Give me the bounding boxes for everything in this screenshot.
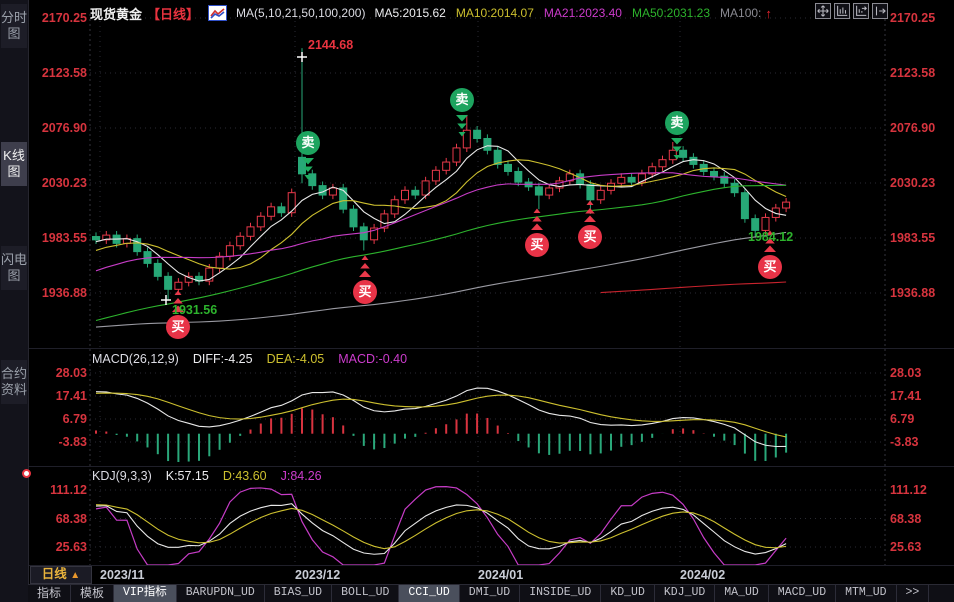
price-axis-label-right: 2123.58 — [890, 66, 948, 80]
ma-settings-label: MA(5,10,21,50,100,200) — [236, 6, 365, 20]
chart-toolbar — [815, 3, 888, 19]
indicator-tab-4[interactable]: BIAS_UD — [265, 585, 332, 602]
indicator-tab-5[interactable]: BOLL_UD — [332, 585, 399, 602]
macd-axis-label-right: -3.83 — [890, 435, 948, 449]
price-axis-label-left: 1983.55 — [29, 231, 87, 245]
date-label-0: 2023/11 — [100, 568, 145, 582]
macd-axis-label-left: 17.41 — [29, 389, 87, 403]
sidebar-item-1[interactable]: K线图 — [1, 142, 27, 186]
price-annotation-2: 1984.12 — [748, 230, 793, 244]
macd-axis-label-left: 28.03 — [29, 366, 87, 380]
macd-settings-label: MACD(26,12,9) — [92, 352, 179, 366]
indicator-tab-0[interactable]: 指标 — [28, 585, 71, 602]
trading-app-window: 分时图 K线图闪电图合约资料 现货黄金 【日线】 MA(5,10,21,50,10… — [0, 0, 954, 602]
ma-value-0: MA5:2015.62 — [374, 6, 445, 21]
macd-panel-header: MACD(26,12,9) DIFF:-4.25 DEA:-4.05 MACD:… — [92, 352, 407, 366]
price-annotation-0: 2144.68 — [308, 38, 353, 52]
indicator-tab-11[interactable]: MA_UD — [715, 585, 769, 602]
price-chart-plot[interactable] — [0, 0, 954, 602]
price-axis-label-left: 2076.90 — [29, 121, 87, 135]
triangle-up-icon: ▲ — [70, 570, 80, 581]
kdj-axis-label-left: 111.12 — [29, 483, 87, 497]
buy-signal-badge-1: 买 — [353, 280, 377, 304]
buy-signal-badge-0: 买 — [166, 315, 190, 339]
macd-dea-value: DEA:-4.05 — [267, 352, 325, 366]
line-chart-icon — [208, 5, 227, 21]
price-axis-label-right: 1983.55 — [890, 231, 948, 245]
indicator-tab-8[interactable]: INSIDE_UD — [520, 585, 601, 602]
panel-divider — [28, 466, 954, 467]
indicator-tab-13[interactable]: MTM_UD — [836, 585, 896, 602]
indicator-tab-1[interactable]: 模板 — [71, 585, 114, 602]
price-axis-label-left: 1936.88 — [29, 286, 87, 300]
ma-value-1: MA10:2014.07 — [456, 6, 534, 21]
date-label-1: 2023/12 — [295, 568, 340, 582]
period-selector[interactable]: 日线 ▲ — [30, 566, 92, 584]
indicator-tab-10[interactable]: KDJ_UD — [655, 585, 715, 602]
date-label-3: 2024/02 — [680, 568, 725, 582]
kdj-panel-header: KDJ(9,3,3) K:57.15 D:43.60 J:84.26 — [92, 469, 322, 483]
sidebar-item-3[interactable]: 合约资料 — [1, 360, 27, 404]
price-axis-label-left: 2123.58 — [29, 66, 87, 80]
date-label-2: 2024/01 — [478, 568, 523, 582]
macd-axis-label-right: 6.79 — [890, 412, 948, 426]
macd-hist-value: MACD:-0.40 — [338, 352, 407, 366]
ma-value-2: MA21:2023.40 — [544, 6, 622, 21]
up-arrow-icon: ↑ — [765, 6, 772, 21]
panel-divider — [28, 565, 954, 566]
ma-value-3: MA50:2031.23 — [632, 6, 710, 21]
kdj-axis-label-right: 68.38 — [890, 512, 948, 526]
indicator-tab-12[interactable]: MACD_UD — [769, 585, 836, 602]
price-axis-label-right: 1936.88 — [890, 286, 948, 300]
price-axis-label-right: 2030.23 — [890, 176, 948, 190]
sell-signal-badge-2: 卖 — [665, 111, 689, 135]
symbol-title: 现货黄金 — [90, 4, 142, 23]
move-icon[interactable] — [815, 3, 831, 19]
kdj-j-value: J:84.26 — [281, 469, 322, 483]
price-axis-label-left: 2030.23 — [29, 176, 87, 190]
shift-right-icon[interactable] — [872, 3, 888, 19]
kdj-axis-label-right: 111.12 — [890, 483, 948, 497]
sidebar-item-0[interactable]: 分时图 — [1, 4, 27, 48]
panel-divider — [28, 348, 954, 349]
indicator-dot-icon — [22, 469, 31, 478]
macd-axis-label-left: 6.79 — [29, 412, 87, 426]
macd-diff-value: DIFF:-4.25 — [193, 352, 253, 366]
kdj-settings-label: KDJ(9,3,3) — [92, 469, 152, 483]
ma-values: MA5:2015.62 MA10:2014.07 MA21:2023.40 MA50:… — [374, 6, 771, 21]
indicator-tab-9[interactable]: KD_UD — [601, 585, 655, 602]
macd-axis-label-right: 28.03 — [890, 366, 948, 380]
indicator-tab-bar: 指标模板VIP指标BARUPDN_UDBIAS_UDBOLL_UDCCI_UDD… — [28, 584, 954, 602]
kdj-k-value: K:57.15 — [166, 469, 209, 483]
indicator-tab-7[interactable]: DMI_UD — [460, 585, 520, 602]
buy-signal-badge-3: 买 — [578, 225, 602, 249]
chart-pan-icon[interactable] — [853, 3, 869, 19]
chart-axis-icon[interactable] — [834, 3, 850, 19]
indicator-tab-6[interactable]: CCI_UD — [399, 585, 459, 602]
sell-signal-badge-0: 卖 — [296, 131, 320, 155]
period-tag: 【日线】 — [147, 4, 199, 23]
macd-axis-label-left: -3.83 — [29, 435, 87, 449]
ma-value-4: MA100: — [720, 6, 761, 21]
indicator-tab-3[interactable]: BARUPDN_UD — [177, 585, 265, 602]
macd-axis-label-right: 17.41 — [890, 389, 948, 403]
kdj-d-value: D:43.60 — [223, 469, 267, 483]
sidebar-item-2[interactable]: 闪电图 — [1, 246, 27, 290]
kdj-axis-label-left: 25.63 — [29, 540, 87, 554]
period-label: 日线 — [42, 567, 67, 581]
left-sidebar: 分时图 K线图闪电图合约资料 — [0, 0, 29, 602]
kdj-axis-label-right: 25.63 — [890, 540, 948, 554]
kdj-axis-label-left: 68.38 — [29, 512, 87, 526]
buy-signal-badge-2: 买 — [525, 233, 549, 257]
indicator-tab-2[interactable]: VIP指标 — [114, 585, 177, 602]
sell-signal-badge-1: 卖 — [450, 88, 474, 112]
indicator-tab-14[interactable]: >> — [897, 585, 930, 602]
price-axis-label-right: 2076.90 — [890, 121, 948, 135]
buy-signal-badge-4: 买 — [758, 255, 782, 279]
